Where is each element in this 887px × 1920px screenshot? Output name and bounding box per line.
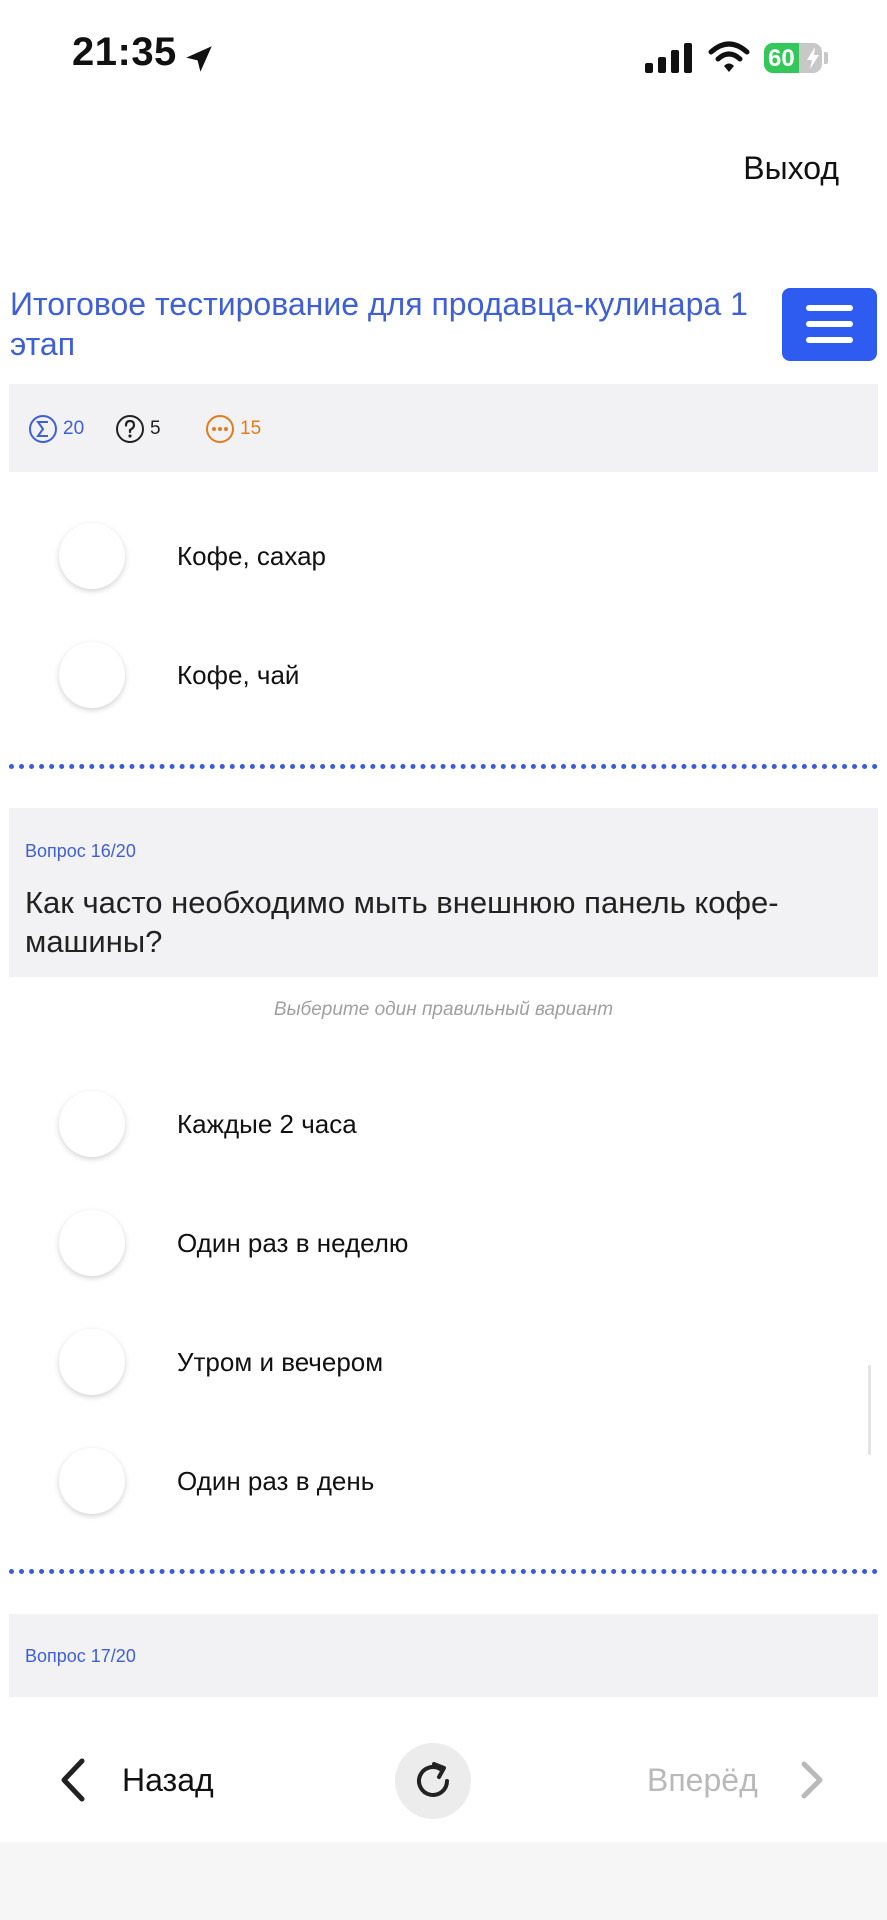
chevron-left-icon (61, 1758, 85, 1802)
battery-level: 60 (768, 45, 795, 72)
location-arrow-icon (186, 46, 212, 72)
remaining-count: 15 (240, 418, 262, 439)
question-number: Вопрос 17/20 (25, 1646, 136, 1666)
sigma-icon (29, 415, 57, 443)
home-indicator-area (0, 1842, 887, 1920)
back-button[interactable]: Назад (56, 1755, 214, 1805)
next-label: Вперёд (647, 1761, 758, 1798)
total-count: 20 (63, 418, 85, 439)
answered-questions-stat: 5 (115, 414, 161, 444)
radio-button[interactable] (59, 1091, 125, 1157)
question-mark-icon (116, 415, 144, 443)
answer-option[interactable]: Каждые 2 часа (0, 1076, 887, 1176)
answer-option-label: Один раз в неделю (177, 1228, 409, 1258)
charging-bolt-icon (807, 47, 819, 69)
total-questions-stat: 20 (28, 414, 84, 444)
radio-button[interactable] (59, 642, 125, 708)
status-time: 21:35 (72, 30, 177, 74)
question-card: Вопрос 16/20 Как часто необходимо мыть в… (9, 808, 878, 977)
cellular-signal-icon (645, 43, 692, 73)
answer-option[interactable]: Один раз в неделю (0, 1195, 887, 1295)
chevron-right-icon (801, 1761, 823, 1799)
radio-button[interactable] (59, 1210, 125, 1276)
reload-icon (417, 1762, 449, 1797)
hamburger-line (806, 337, 853, 343)
exit-button[interactable]: Выход (743, 150, 839, 187)
answer-option-label: Кофе, чай (177, 660, 300, 690)
answer-option[interactable]: Один раз в день (0, 1433, 887, 1533)
back-label: Назад (122, 1761, 214, 1798)
answer-hint: Выберите один правильный вариант (273, 999, 614, 1020)
answer-option[interactable]: Кофе, чай (0, 627, 887, 727)
test-title: Итоговое тестирование для продавца-кулин… (10, 286, 748, 362)
remaining-questions-stat: 15 (205, 414, 261, 444)
ellipsis-icon (206, 415, 234, 443)
menu-button[interactable] (782, 288, 877, 361)
answer-option-label: Кофе, сахар (177, 541, 326, 571)
question-divider (9, 1569, 878, 1574)
test-stats-bar: 20 5 15 (9, 384, 878, 472)
question-text: Как часто необходимо мыть внешнюю панель… (25, 885, 779, 959)
question-card: Вопрос 17/20 (9, 1614, 878, 1697)
hamburger-line (806, 321, 853, 327)
question-number: Вопрос 16/20 (25, 841, 136, 861)
answer-option-label: Утром и вечером (177, 1347, 384, 1377)
radio-button[interactable] (59, 1448, 125, 1514)
question-divider (9, 764, 878, 769)
reload-button[interactable] (395, 1743, 471, 1819)
answer-option[interactable]: Утром и вечером (0, 1314, 887, 1414)
scrollbar[interactable] (868, 1365, 871, 1455)
radio-button[interactable] (59, 1329, 125, 1395)
next-button[interactable]: Вперёд (647, 1755, 826, 1805)
battery-tip (824, 52, 828, 64)
answer-option-label: Каждые 2 часа (177, 1109, 357, 1139)
answer-option[interactable]: Кофе, сахар (0, 508, 887, 608)
answered-count: 5 (150, 418, 161, 439)
wifi-icon (708, 41, 750, 72)
answer-option-label: Один раз в день (177, 1466, 375, 1496)
battery-indicator: 60 (764, 43, 822, 73)
radio-button[interactable] (59, 523, 125, 589)
hamburger-line (806, 305, 853, 311)
